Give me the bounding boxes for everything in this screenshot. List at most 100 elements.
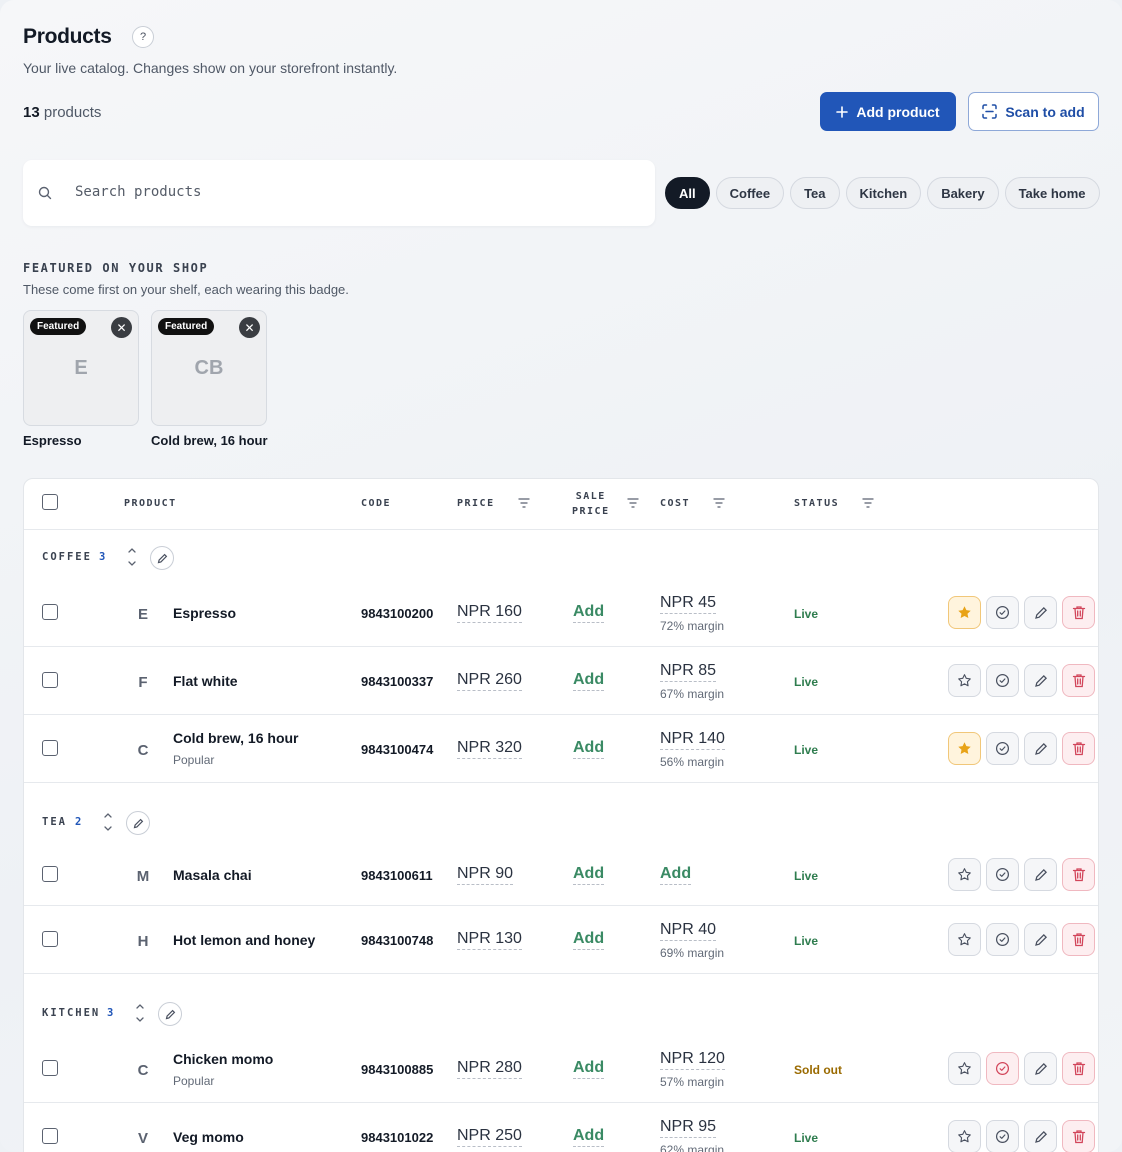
star-icon[interactable]	[948, 858, 981, 891]
product-price[interactable]: NPR 160	[457, 603, 522, 623]
table-row[interactable]: E Espresso 9843100200 NPR 160 Add NPR 45…	[24, 579, 1098, 647]
table-row[interactable]: V Veg momo 9843101022 NPR 250 Add NPR 95…	[24, 1103, 1098, 1152]
table-row[interactable]: H Hot lemon and honey 9843100748 NPR 130…	[24, 906, 1098, 974]
product-price[interactable]: NPR 90	[457, 865, 514, 885]
products-page: Products ? Your live catalog. Changes sh…	[0, 0, 1122, 1152]
product-name[interactable]: Espresso	[173, 605, 236, 621]
sale-price-add[interactable]: Add	[573, 603, 605, 623]
star-icon[interactable]	[948, 923, 981, 956]
pencil-icon[interactable]	[150, 546, 174, 570]
sale-price-add[interactable]: Add	[573, 1059, 605, 1079]
product-name[interactable]: Veg momo	[173, 1129, 244, 1145]
pencil-icon[interactable]	[1024, 732, 1057, 765]
sale-price-add[interactable]: Add	[573, 930, 605, 950]
product-cost[interactable]: NPR 140	[660, 730, 725, 750]
trash-icon[interactable]	[1062, 596, 1095, 629]
products-table: PRODUCT CODE PRICE SALE PRICE COST STATUS…	[23, 478, 1099, 1152]
table-row[interactable]: F Flat white 9843100337 NPR 260 Add NPR …	[24, 647, 1098, 715]
product-name[interactable]: Masala chai	[173, 867, 252, 883]
trash-icon[interactable]	[1062, 664, 1095, 697]
product-cost[interactable]: NPR 85	[660, 662, 717, 682]
close-icon[interactable]: ✕	[111, 317, 132, 338]
pencil-icon[interactable]	[1024, 858, 1057, 891]
cost-add[interactable]: Add	[660, 865, 692, 885]
trash-icon[interactable]	[1062, 732, 1095, 765]
sort-icon[interactable]	[127, 546, 137, 568]
sale-price-add[interactable]: Add	[573, 671, 605, 691]
row-checkbox[interactable]	[42, 672, 58, 688]
hide-icon[interactable]	[986, 732, 1019, 765]
product-name[interactable]: Flat white	[173, 673, 238, 689]
product-price[interactable]: NPR 320	[457, 739, 522, 759]
hide-icon[interactable]	[986, 923, 1019, 956]
sale-price-add[interactable]: Add	[573, 739, 605, 759]
product-price[interactable]: NPR 280	[457, 1059, 522, 1079]
trash-icon[interactable]	[1062, 858, 1095, 891]
filter-chip-coffee[interactable]: Coffee	[715, 177, 785, 209]
hide-icon[interactable]	[986, 1120, 1019, 1152]
row-checkbox[interactable]	[42, 604, 58, 620]
filter-chip-bakery[interactable]: Bakery	[927, 177, 999, 209]
star-icon[interactable]	[948, 596, 981, 629]
featured-card[interactable]: Featured ✕ CB	[151, 310, 267, 426]
pencil-icon[interactable]	[126, 811, 150, 835]
product-cost[interactable]: NPR 45	[660, 594, 717, 614]
pencil-icon[interactable]	[1024, 596, 1057, 629]
product-cost[interactable]: NPR 120	[660, 1050, 725, 1070]
pencil-icon[interactable]	[1024, 1120, 1057, 1152]
product-name[interactable]: Chicken momo	[173, 1051, 273, 1067]
trash-icon[interactable]	[1062, 923, 1095, 956]
row-checkbox[interactable]	[42, 931, 58, 947]
add-product-button[interactable]: Add product	[820, 92, 956, 131]
filter-chip-tea[interactable]: Tea	[790, 177, 840, 209]
hide-icon[interactable]	[986, 858, 1019, 891]
filter-icon[interactable]	[713, 498, 725, 508]
filter-chip-all[interactable]: All	[665, 177, 710, 209]
select-all-checkbox[interactable]	[42, 494, 58, 510]
scan-to-add-button[interactable]: Scan to add	[968, 92, 1099, 131]
product-price[interactable]: NPR 260	[457, 671, 522, 691]
close-icon[interactable]: ✕	[239, 317, 260, 338]
filter-chip-take-home[interactable]: Take home	[1004, 177, 1100, 209]
featured-card[interactable]: Featured ✕ E	[23, 310, 139, 426]
filter-icon[interactable]	[627, 498, 639, 508]
sort-icon[interactable]	[103, 811, 113, 833]
price-label: PRICE	[572, 506, 610, 517]
product-cost[interactable]: NPR 95	[660, 1118, 717, 1138]
table-row[interactable]: M Masala chai 9843100611 NPR 90 Add Add …	[24, 841, 1098, 906]
search-input[interactable]	[75, 176, 635, 208]
product-price[interactable]: NPR 250	[457, 1127, 522, 1147]
sort-icon[interactable]	[135, 1002, 145, 1024]
featured-name: Cold brew, 16 hour	[151, 433, 268, 448]
filter-icon[interactable]	[518, 498, 530, 508]
product-name[interactable]: Hot lemon and honey	[173, 932, 315, 948]
pencil-icon[interactable]	[1024, 664, 1057, 697]
filter-chip-kitchen[interactable]: Kitchen	[845, 177, 922, 209]
table-row[interactable]: C Chicken momo Popular 9843100885 NPR 28…	[24, 1035, 1098, 1103]
row-checkbox[interactable]	[42, 1060, 58, 1076]
row-checkbox[interactable]	[42, 740, 58, 756]
trash-icon[interactable]	[1062, 1052, 1095, 1085]
star-icon[interactable]	[948, 1120, 981, 1152]
row-checkbox[interactable]	[42, 866, 58, 882]
sale-price-add[interactable]: Add	[573, 1127, 605, 1147]
product-cost[interactable]: NPR 40	[660, 921, 717, 941]
star-icon[interactable]	[948, 664, 981, 697]
featured-subtitle: These come first on your shelf, each wea…	[23, 282, 349, 297]
star-icon[interactable]	[948, 1052, 981, 1085]
row-checkbox[interactable]	[42, 1128, 58, 1144]
table-row[interactable]: C Cold brew, 16 hour Popular 9843100474 …	[24, 715, 1098, 783]
help-icon[interactable]: ?	[132, 26, 154, 48]
product-name[interactable]: Cold brew, 16 hour	[173, 730, 299, 746]
pencil-icon[interactable]	[158, 1002, 182, 1026]
hide-icon[interactable]	[986, 1052, 1019, 1085]
hide-icon[interactable]	[986, 596, 1019, 629]
hide-icon[interactable]	[986, 664, 1019, 697]
star-icon[interactable]	[948, 732, 981, 765]
filter-icon[interactable]	[862, 498, 874, 508]
product-price[interactable]: NPR 130	[457, 930, 522, 950]
sale-price-add[interactable]: Add	[573, 865, 605, 885]
pencil-icon[interactable]	[1024, 1052, 1057, 1085]
trash-icon[interactable]	[1062, 1120, 1095, 1152]
pencil-icon[interactable]	[1024, 923, 1057, 956]
